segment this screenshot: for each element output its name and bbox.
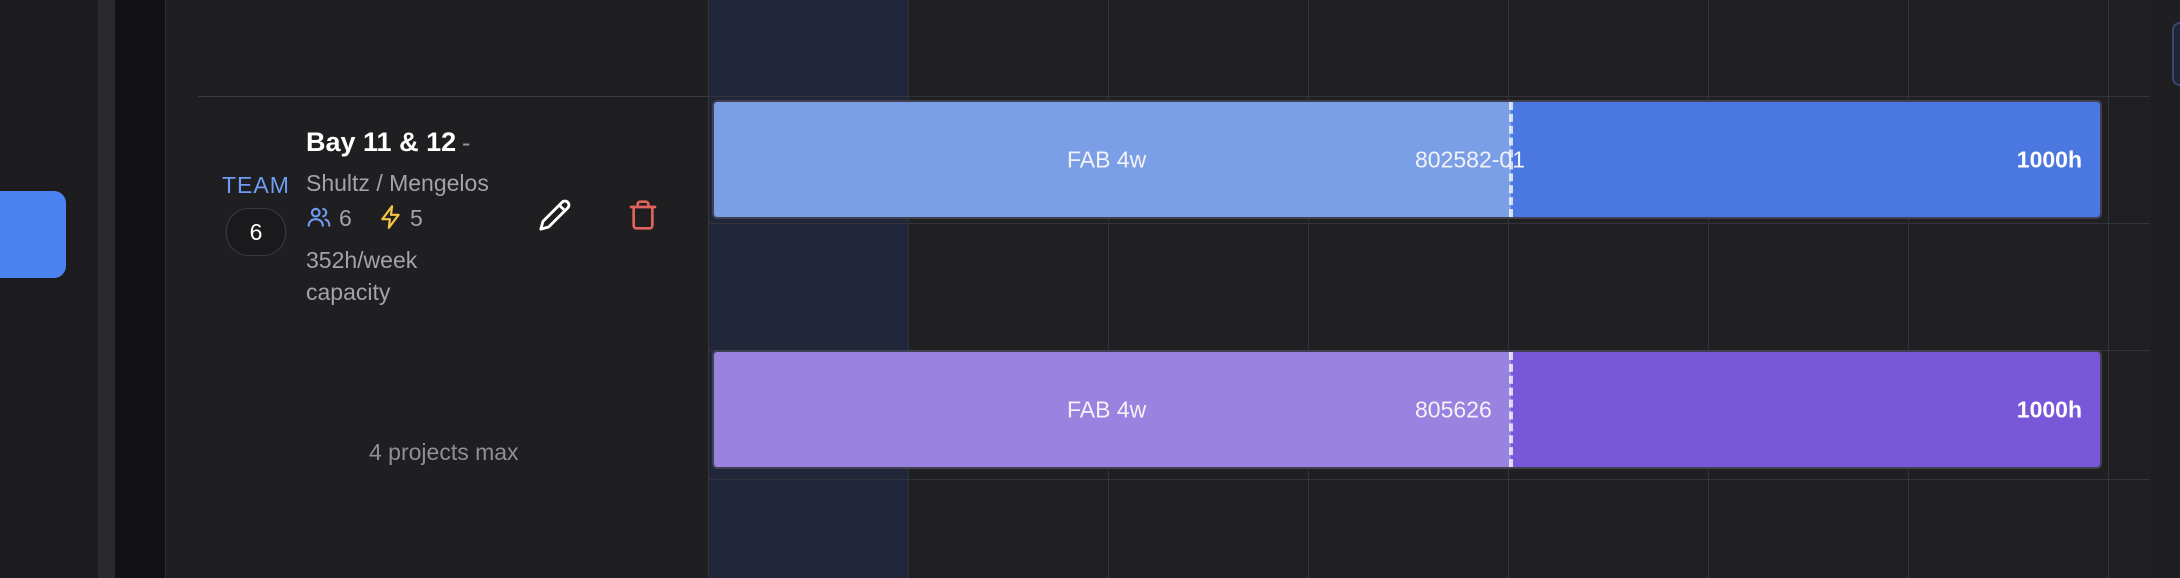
team-count-badge: 6 xyxy=(226,208,286,256)
active-nav-tab[interactable] xyxy=(0,191,66,278)
project-job-number: 805626 xyxy=(1415,396,1492,422)
week-gridline xyxy=(1708,0,1709,578)
delete-bay-button[interactable] xyxy=(624,196,662,234)
week-gridline xyxy=(1508,0,1509,578)
left-rail xyxy=(0,0,98,578)
people-count: 6 xyxy=(339,205,352,231)
project-job-number: 802582-01 xyxy=(1415,146,1525,172)
row-gridline xyxy=(708,223,2150,224)
project-hours: 1000h xyxy=(2016,146,2082,172)
week-gridline xyxy=(708,0,709,578)
project-bar[interactable]: FAB 4w 805626 1000h xyxy=(712,350,2102,469)
current-week-highlight xyxy=(708,0,908,578)
project-hours: 1000h xyxy=(2016,396,2082,422)
max-projects-note: 4 projects max xyxy=(369,439,519,465)
pencil-icon xyxy=(539,199,571,231)
row-gridline xyxy=(708,96,2150,97)
trash-icon xyxy=(629,200,657,230)
week-gridline xyxy=(1108,0,1109,578)
today-marker xyxy=(1509,352,1513,467)
lightning-icon xyxy=(381,205,400,229)
week-gridline xyxy=(2108,0,2109,578)
remaining-segment xyxy=(1511,352,2100,467)
row-gridline xyxy=(708,479,2150,480)
remaining-segment xyxy=(1511,102,2100,217)
week-gridline xyxy=(908,0,909,578)
project-phase: FAB 4w xyxy=(1067,396,1147,422)
bay-title: Bay 11 & 12 xyxy=(306,127,457,157)
week-gridline xyxy=(1308,0,1309,578)
project-bar[interactable]: FAB 4w 802582-01 1000h xyxy=(712,100,2102,219)
project-phase: FAB 4w xyxy=(1067,146,1147,172)
team-label: TEAM xyxy=(222,172,290,198)
edit-bay-button[interactable] xyxy=(536,196,574,234)
users-icon xyxy=(307,207,331,227)
row-gutter xyxy=(115,0,165,578)
bay-title-dash: - xyxy=(462,129,471,157)
weekly-capacity: 352h/week capacity xyxy=(306,247,418,305)
week-gridline xyxy=(1908,0,1909,578)
bay-leads: Shultz / Mengelos xyxy=(306,170,489,196)
side-panel-handle[interactable] xyxy=(2172,22,2180,86)
skill-count: 5 xyxy=(410,205,423,231)
schedule-timeline xyxy=(708,0,2150,578)
rail-border xyxy=(98,0,115,578)
